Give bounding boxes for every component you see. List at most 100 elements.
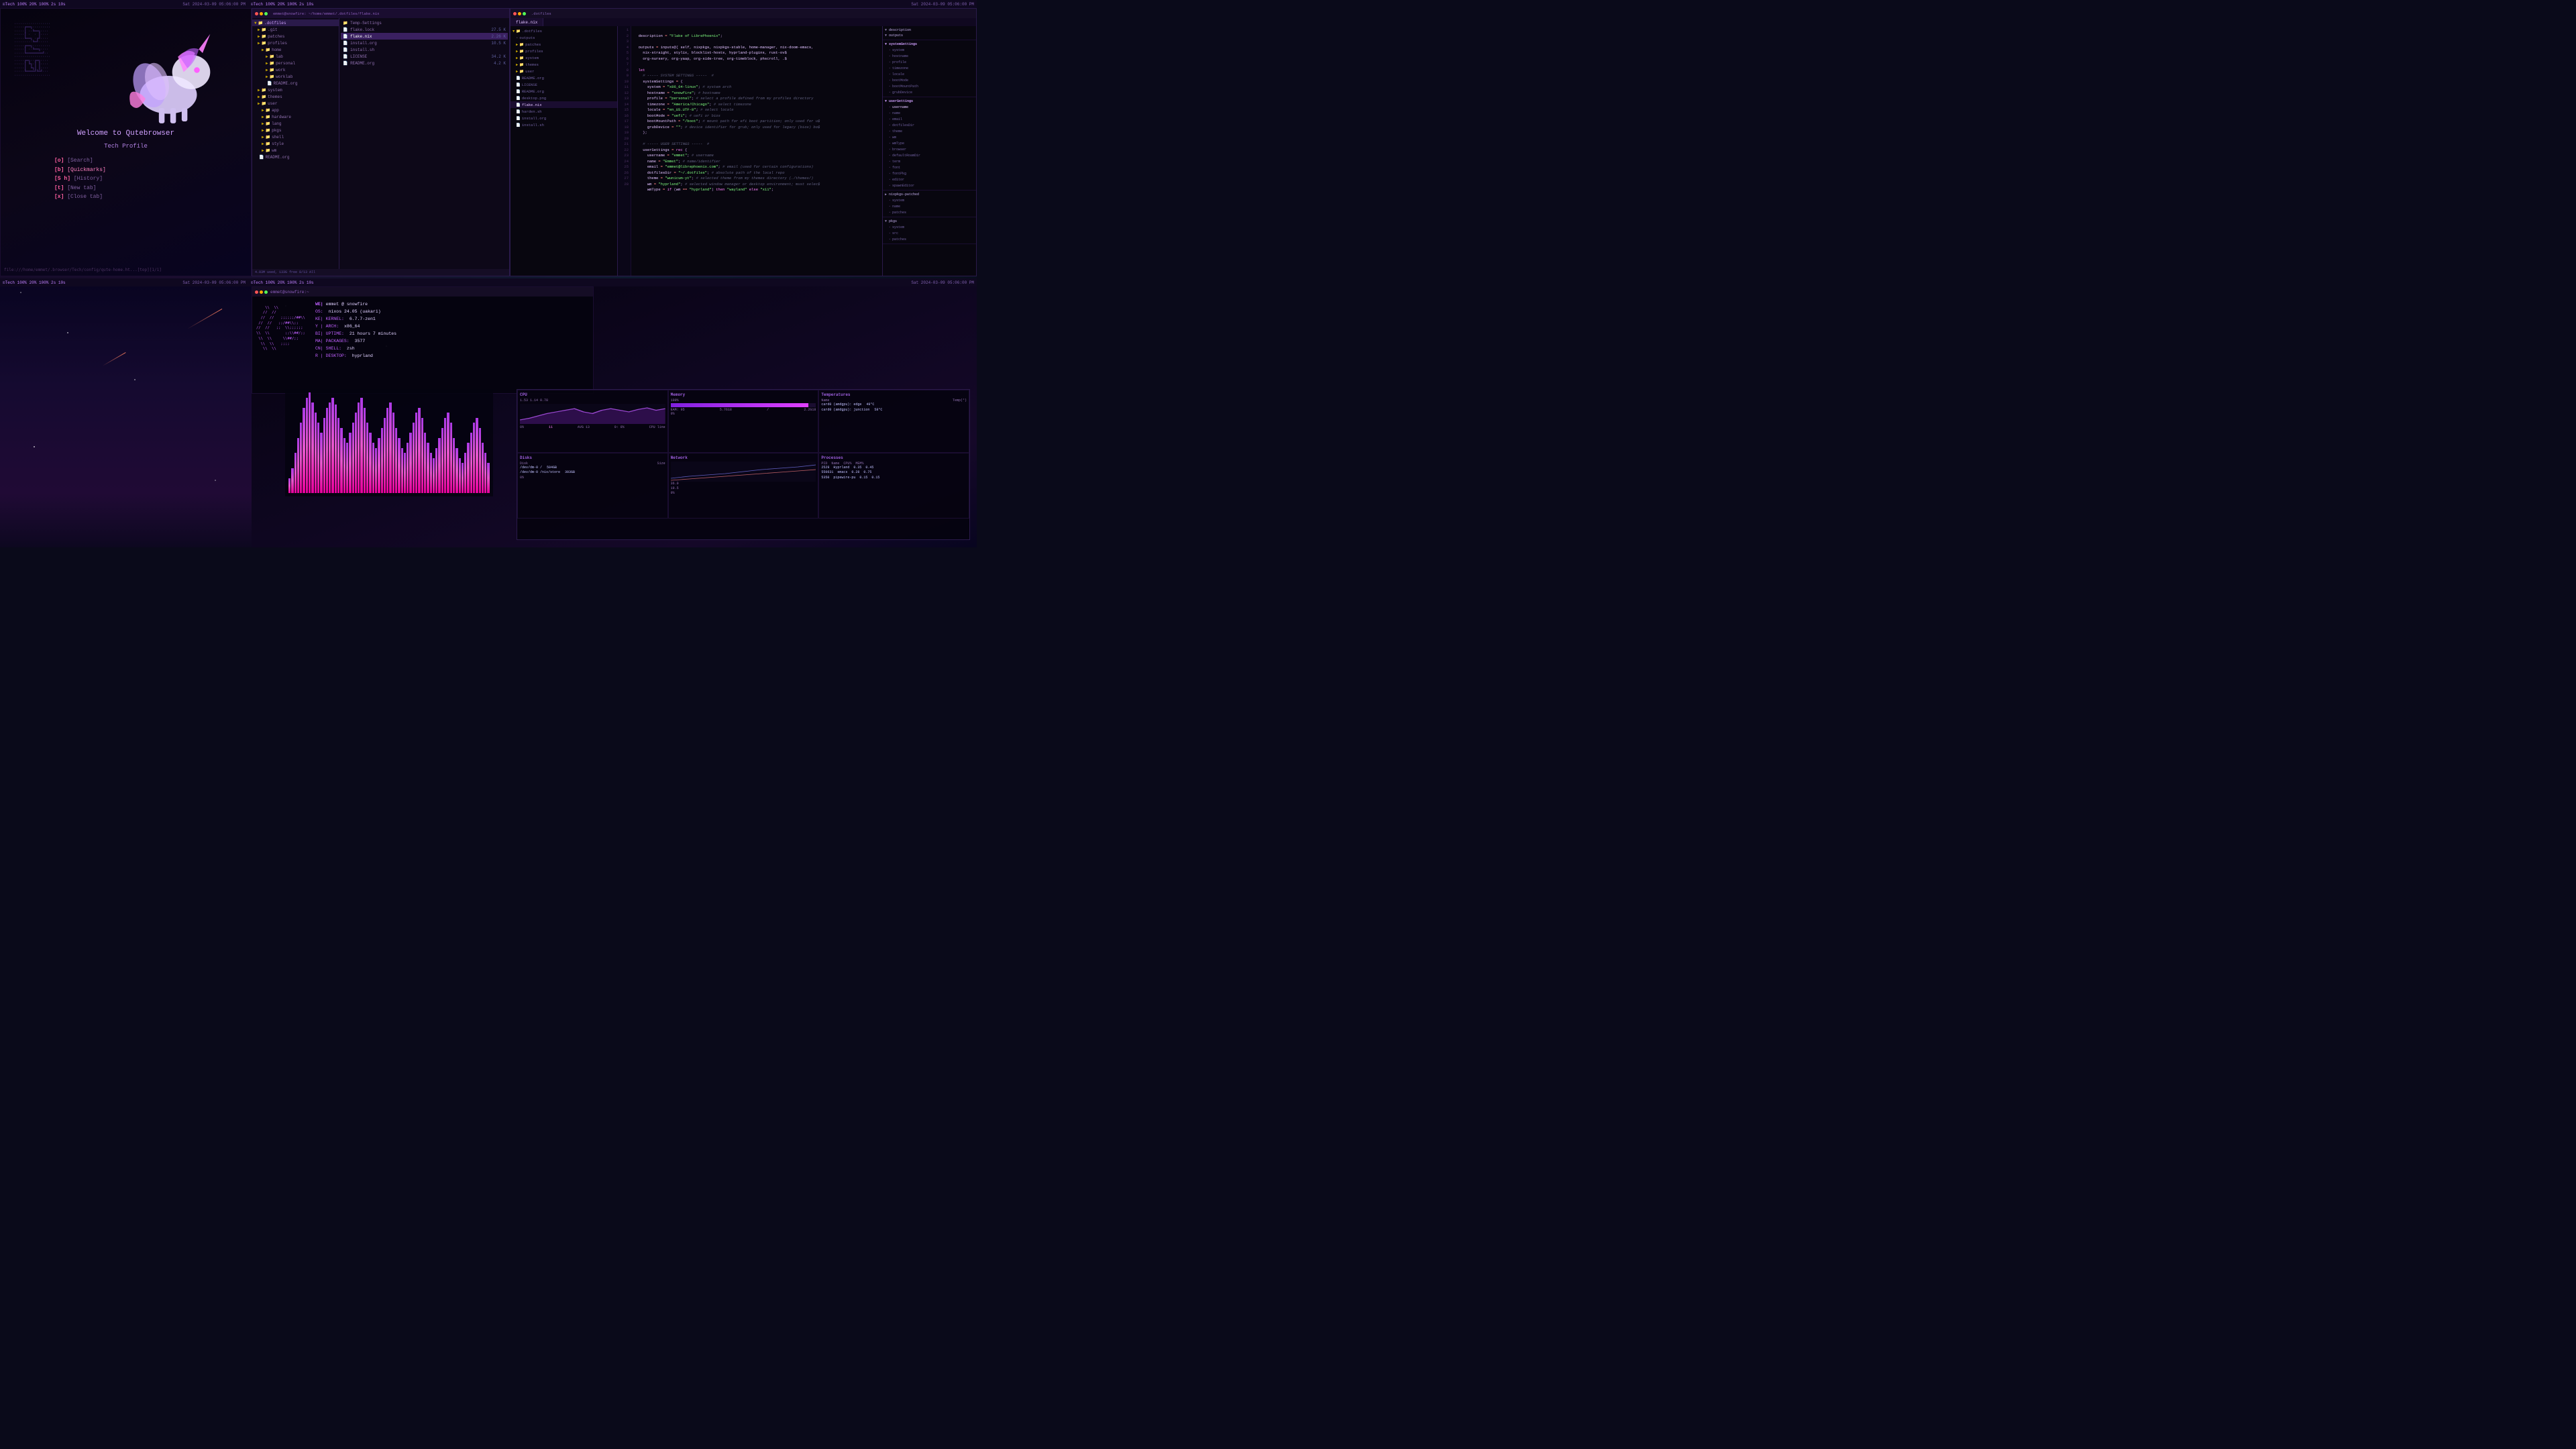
maximize-button[interactable] [264,12,268,15]
qb-menu-search[interactable]: [o] [Search] [54,156,106,166]
fm-tree-personal[interactable]: ▶📁personal [252,60,339,66]
fm-tree-wm[interactable]: ▶📁wm [252,147,339,154]
bottom-status-bar-left: ⊞ Tech 100% 20% 100% 2s 10s Sat 2024-03-… [0,278,248,286]
fm-row-installong[interactable]: 📄 install.org 10.5 K [341,40,508,46]
cft-hardensh[interactable]: 📄harden.sh [511,108,617,115]
fm-tree-work[interactable]: ▶📁work [252,66,339,73]
code-outline-bootmode[interactable]: ◦bootMode [885,77,974,83]
code-outline-wmtype[interactable]: ◦wmType [885,140,974,146]
bottom-status-datetime-right: Sat 2024-03-09 05:06:00 PM [911,280,974,285]
fm-tree-pkgs[interactable]: ▶📁pkgs [252,127,339,133]
neofetch-maximize[interactable] [264,290,268,294]
fm-row-installsh[interactable]: 📄 install.sh [341,46,508,53]
fm-tree-readme1[interactable]: 📄README.org [252,80,339,87]
fm-tree-hardware[interactable]: ▶📁hardware [252,113,339,120]
viz-bar-4 [300,423,302,493]
cft-profiles[interactable]: ▶📁profiles [511,48,617,54]
fm-tree-themes[interactable]: ▶📁themes [252,93,339,100]
cft-license[interactable]: 📄LICENSE [511,81,617,88]
fm-tree-user[interactable]: ▶📁user [252,100,339,107]
fm-row-readme[interactable]: 📄 README.org 4.2 K [341,60,508,66]
cft-installong[interactable]: 📄install.org [511,115,617,121]
fm-tree-git[interactable]: ▶📁.git [252,26,339,33]
fm-tree-patches[interactable]: ▶📁patches [252,33,339,40]
code-outline-grubdevice[interactable]: ◦grubDevice [885,89,974,95]
fm-row-temp[interactable]: 📁 Temp-Settings [341,19,508,26]
window-controls[interactable] [255,12,268,15]
cft-system[interactable]: ▶📁system [511,54,617,61]
fm-row-license[interactable]: 📄 LICENSE 34.2 K [341,53,508,60]
neofetch-minimize[interactable] [260,290,263,294]
qb-menu-newtab[interactable]: [t] [New tab] [54,184,106,193]
code-outline-browser[interactable]: ◦browser [885,146,974,152]
fm-row-flakenix[interactable]: 📄 flake.nix 2.26 K [341,33,508,40]
fm-tree-style[interactable]: ▶📁style [252,140,339,147]
code-outline-fontpkg[interactable]: ◦fontPkg [885,170,974,176]
code-outline-pkgs-system[interactable]: ◦system [885,224,974,230]
qb-menu-history[interactable]: [S h] [History] [54,174,106,184]
cft-user[interactable]: ▶📁user [511,68,617,74]
fm-row-flakelock[interactable]: 📄 flake.lock 27.5 K [341,26,508,33]
code-outline-email[interactable]: ◦email [885,116,974,122]
fm-tree-dotfiles[interactable]: ▼📁.dotfiles [252,19,339,26]
code-outline-hostname[interactable]: ◦hostname [885,53,974,59]
fm-tree-profiles[interactable]: ▶📁profiles [252,40,339,46]
viz-bar-43 [413,423,415,493]
code-outline-font[interactable]: ◦font [885,164,974,170]
cft-flakenix[interactable]: 📄flake.nix [511,101,617,108]
code-tab-flakenix[interactable]: flake.nix [511,18,543,26]
fm-tree-readme2[interactable]: 📄README.org [252,154,339,160]
code-outline-defaultroamdir[interactable]: ◦defaultRoamDir [885,152,974,158]
fm-tree-home[interactable]: ▶📁home [252,46,339,53]
code-text-content[interactable]: description = "Flake of LibrePhoenix"; o… [631,26,882,276]
cft-readme2[interactable]: 📄README.org [511,88,617,95]
code-outline-pkgs-src[interactable]: ◦src [885,230,974,236]
code-outline-name[interactable]: ◦name [885,110,974,116]
qb-menu-quickmarks[interactable]: [b] [Quickmarks] [54,166,106,175]
neofetch-uptime-line: BI| UPTIME: 21 hours 7 minutes [315,330,396,337]
code-outline-dotfilesdir[interactable]: ◦dotfilesDir [885,122,974,128]
fm-tree-app[interactable]: ▶📁app [252,107,339,113]
fm-tree-shell[interactable]: ▶📁shell [252,133,339,140]
minimize-button[interactable] [260,12,263,15]
fm-tree-worklab[interactable]: ▶📁worklab [252,73,339,80]
code-outline-system[interactable]: ◦system [885,47,974,53]
viz-bar-63 [470,433,472,493]
fm-tree-lab[interactable]: ▶📁lab [252,53,339,60]
cft-desktop[interactable]: 📄desktop.png [511,95,617,101]
cft-patches[interactable]: ▶📁patches [511,41,617,48]
cft-readme[interactable]: 📄README.org [511,74,617,81]
qb-menu-closetab[interactable]: [x] [Close tab] [54,193,106,202]
cft-dotfiles[interactable]: ▼📁.dotfiles [511,28,617,34]
code-outline-pkgs-patches[interactable]: ◦patches [885,236,974,242]
code-outline-term[interactable]: ◦term [885,158,974,164]
code-outline-locale[interactable]: ◦locale [885,71,974,77]
cft-installsh[interactable]: 📄install.sh [511,121,617,128]
code-outline-editor[interactable]: ◦editor [885,176,974,182]
fm-tree-lang[interactable]: ▶📁lang [252,120,339,127]
code-close-button[interactable] [513,12,517,15]
code-outline-theme[interactable]: ◦theme [885,128,974,134]
code-outline-wm[interactable]: ◦wm [885,134,974,140]
neofetch-shell-value: zsh [347,346,355,351]
code-outline-timezone[interactable]: ◦timezone [885,65,974,71]
neofetch-close[interactable] [255,290,258,294]
neofetch-window-controls[interactable] [255,290,268,294]
code-outline-nixpkgs-patches[interactable]: ◦patches [885,209,974,215]
code-minimize-button[interactable] [518,12,521,15]
fm-tree-system[interactable]: ▶📁system [252,87,339,93]
code-outline-username[interactable]: ◦username [885,104,974,110]
code-maximize-button[interactable] [523,12,526,15]
code-window-controls[interactable] [513,12,526,15]
code-text-area[interactable]: 12345 678910 1112131415 1617181920 21222… [618,26,882,276]
cft-outputs[interactable]: ◦outputs [511,34,617,41]
code-outline-spawneditor[interactable]: ◦spawnEditor [885,182,974,189]
code-outline-nixpkgs-system[interactable]: ◦system [885,197,974,203]
code-outline-profile[interactable]: ◦profile [885,59,974,65]
viz-bar-66 [479,428,481,494]
cft-themes[interactable]: ▶📁themes [511,61,617,68]
close-button[interactable] [255,12,258,15]
code-outline-bootmountpath[interactable]: ◦bootMountPath [885,83,974,89]
code-outline-nixpkgs-name[interactable]: ◦name [885,203,974,209]
sysmon-disk2-size: 303GB [565,470,575,474]
